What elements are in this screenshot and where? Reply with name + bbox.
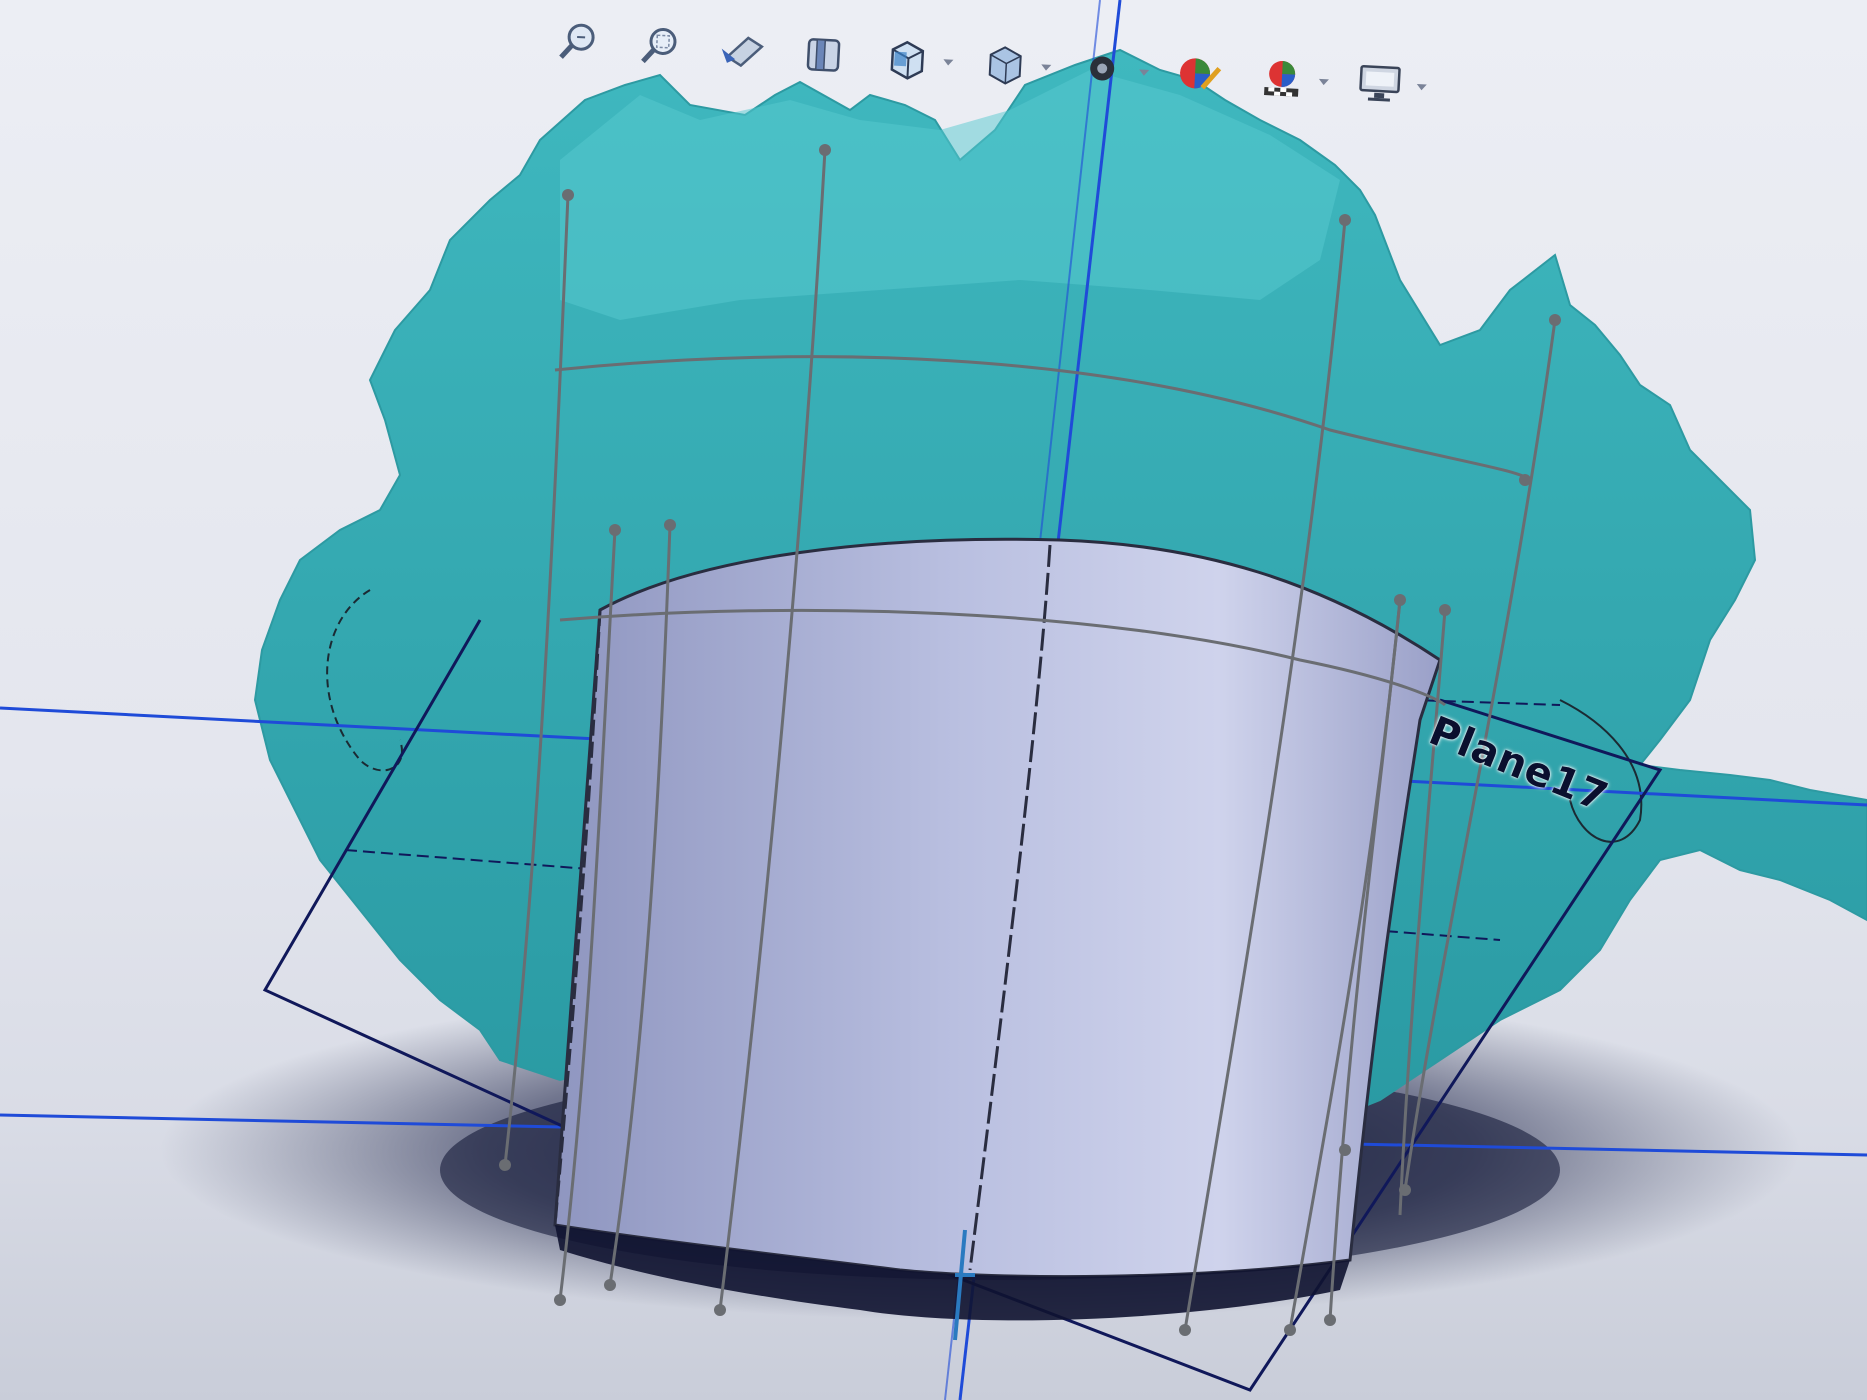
view-orientation-button[interactable]: [874, 24, 940, 97]
display-style-button[interactable]: [971, 29, 1037, 102]
apply-scene-button[interactable]: [1249, 43, 1315, 116]
hide-show-items-button[interactable]: [1069, 34, 1135, 107]
chevron-down-icon[interactable]: [1313, 47, 1335, 118]
edit-appearance-button[interactable]: [1167, 39, 1233, 112]
view-orientation-icon: [883, 35, 929, 85]
surface-body[interactable]: [553, 537, 1442, 1279]
zoom-to-fit-icon: [556, 18, 602, 68]
chevron-down-icon[interactable]: [1411, 52, 1433, 123]
chevron-down-icon[interactable]: [937, 27, 959, 98]
hide-show-items-icon: [1079, 45, 1125, 95]
view-settings-icon: [1355, 60, 1403, 110]
edit-appearance-icon: [1174, 50, 1226, 101]
zoom-to-area-button[interactable]: [628, 11, 694, 84]
apply-scene-icon: [1258, 55, 1306, 105]
previous-view-icon: [716, 26, 768, 77]
section-view-icon: [801, 31, 847, 81]
view-settings-button[interactable]: [1347, 48, 1413, 121]
previous-view-button[interactable]: [710, 15, 776, 88]
model-scene[interactable]: [0, 0, 1867, 1400]
zoom-to-area-icon: [637, 22, 683, 72]
display-style-icon: [981, 40, 1027, 90]
section-view-button[interactable]: [792, 19, 858, 92]
chevron-down-icon[interactable]: [1133, 37, 1155, 108]
chevron-down-icon[interactable]: [1035, 32, 1057, 103]
graphics-viewport[interactable]: Plane17: [0, 0, 1867, 1400]
zoom-to-fit-button[interactable]: [546, 7, 612, 80]
